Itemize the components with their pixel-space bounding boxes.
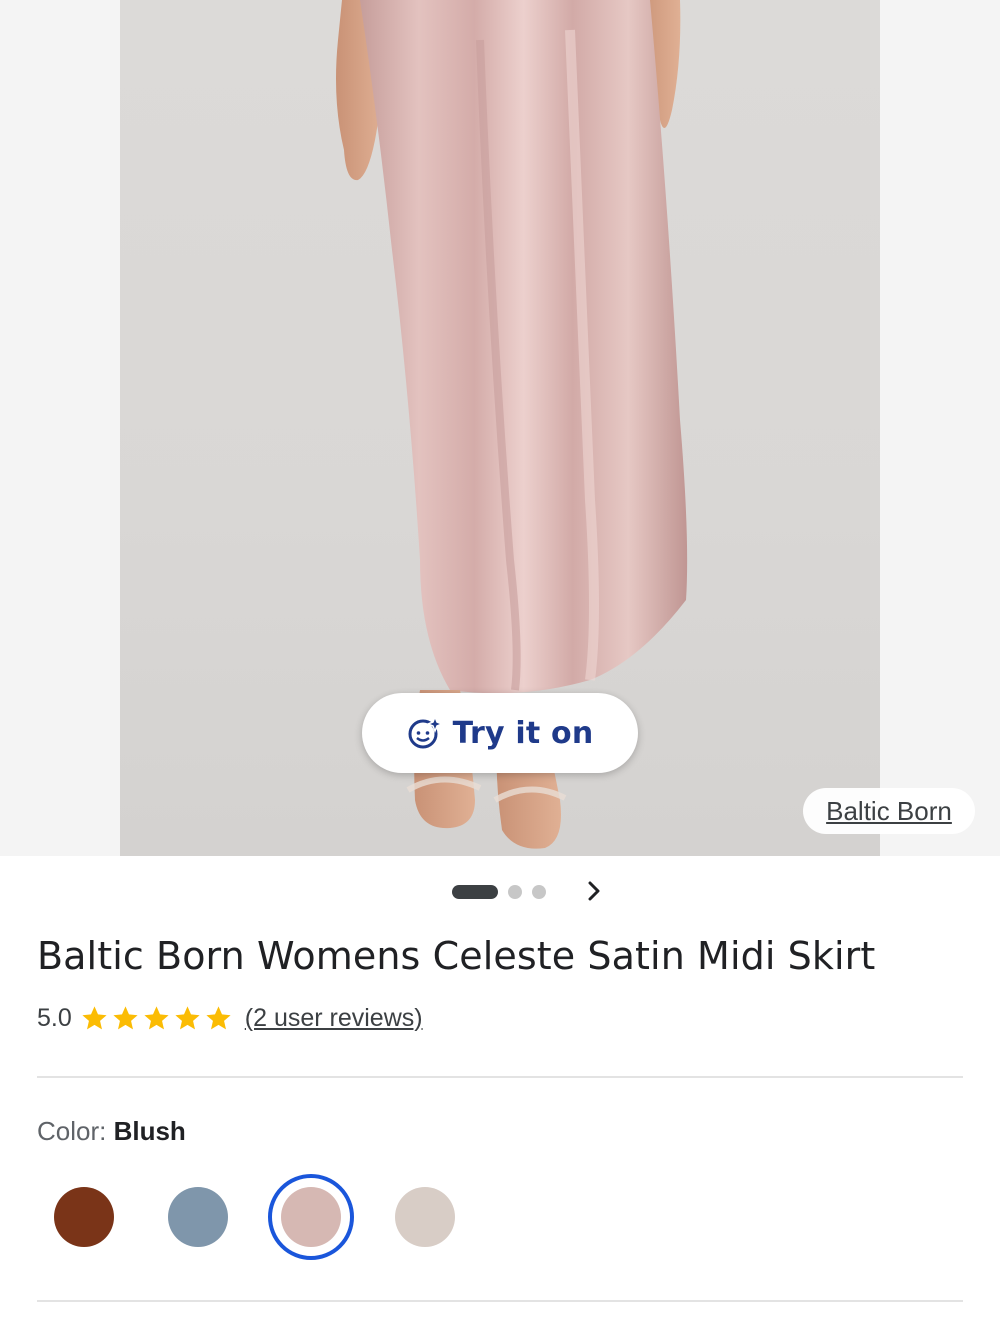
star-rating	[80, 1004, 233, 1033]
carousel-next-button[interactable]	[580, 876, 608, 906]
carousel-dot-active[interactable]	[452, 885, 498, 899]
color-swatch-rust[interactable]	[54, 1187, 114, 1247]
color-swatch-blush[interactable]	[281, 1187, 341, 1247]
divider	[37, 1076, 963, 1078]
color-swatch-slate-blue[interactable]	[168, 1187, 228, 1247]
face-sparkle-icon	[407, 714, 444, 751]
star-icon	[144, 1005, 169, 1029]
rating-row: 5.0 (2 user reviews)	[37, 998, 423, 1038]
color-swatch-taupe[interactable]	[395, 1187, 455, 1247]
color-label-prefix: Color:	[37, 1116, 114, 1146]
star-icon	[206, 1005, 231, 1029]
rating-value: 5.0	[37, 1003, 72, 1032]
selected-color-name: Blush	[113, 1116, 186, 1146]
carousel-dot[interactable]	[532, 885, 546, 899]
chevron-right-icon	[588, 881, 600, 901]
source-link[interactable]: Baltic Born	[803, 788, 975, 834]
try-it-on-label: Try it on	[452, 715, 594, 751]
color-label: Color: Blush	[37, 1116, 186, 1147]
try-it-on-button[interactable]: Try it on	[362, 693, 638, 773]
star-icon	[82, 1005, 107, 1029]
carousel-indicator	[452, 880, 546, 904]
carousel-dot[interactable]	[508, 885, 522, 899]
user-reviews-link[interactable]: (2 user reviews)	[245, 1004, 423, 1033]
star-icon	[113, 1005, 138, 1029]
product-image-area: Try it on Baltic Born	[0, 0, 1000, 856]
star-icon	[175, 1005, 200, 1029]
divider	[37, 1300, 963, 1302]
product-title: Baltic Born Womens Celeste Satin Midi Sk…	[37, 934, 876, 978]
